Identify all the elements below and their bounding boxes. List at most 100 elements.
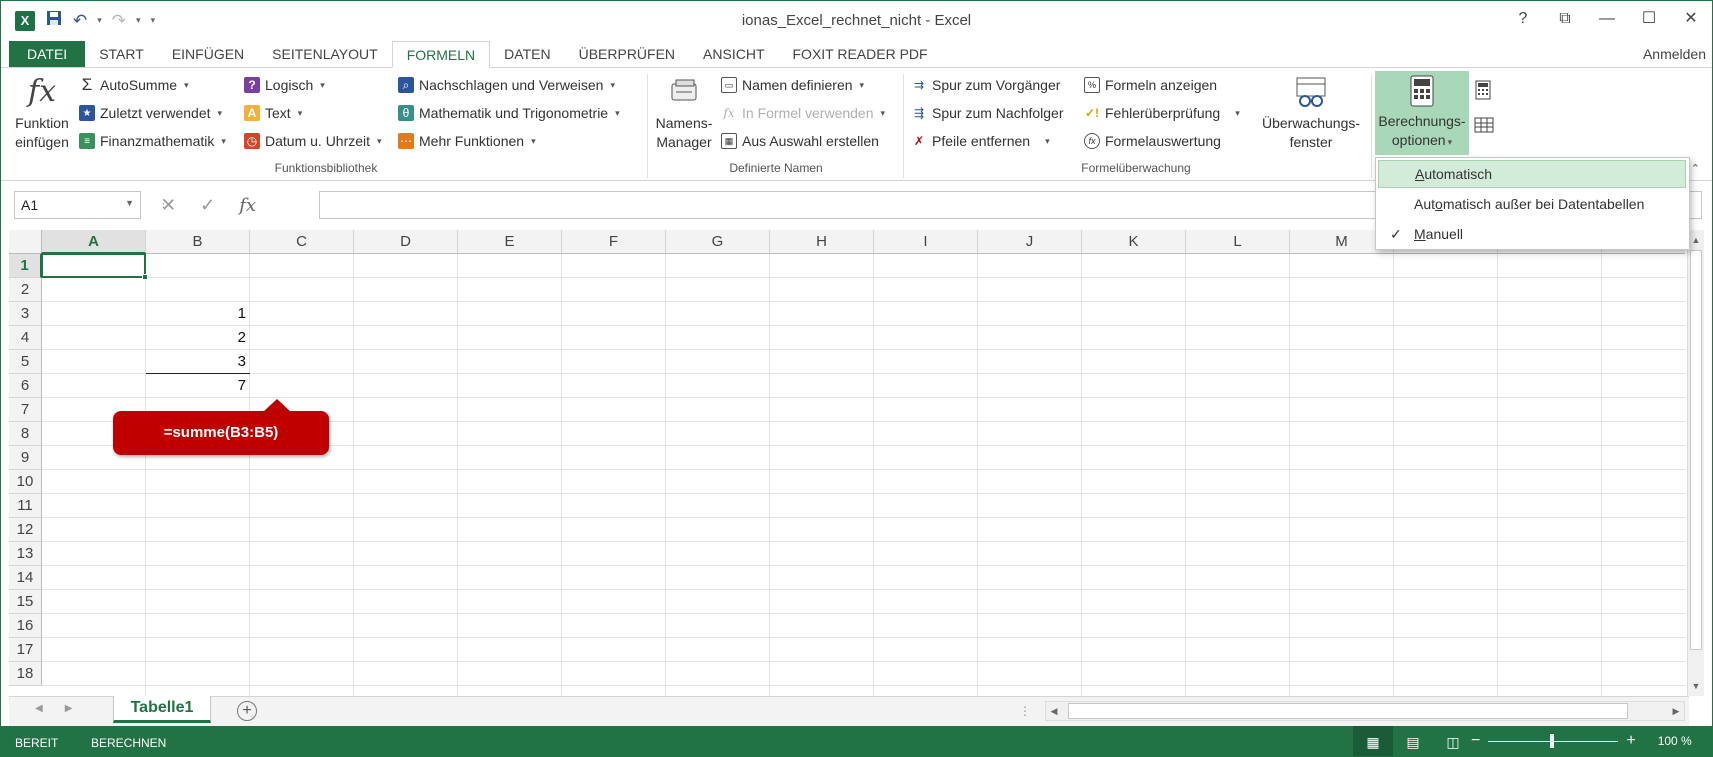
- scroll-down-icon[interactable]: ▼: [1688, 678, 1704, 694]
- close-icon[interactable]: ✕: [1680, 7, 1702, 31]
- row-header-12[interactable]: 12: [9, 518, 42, 542]
- datum-uhrzeit-button[interactable]: ◷ Datum u. Uhrzeit ▾: [244, 130, 382, 152]
- collapse-ribbon-icon[interactable]: ⌃: [1691, 162, 1700, 175]
- column-header-h[interactable]: H: [770, 230, 874, 254]
- row-header-7[interactable]: 7: [9, 398, 42, 422]
- name-box[interactable]: A1 ▼: [14, 191, 141, 219]
- help-icon[interactable]: ?: [1512, 7, 1534, 31]
- tab-seitenlayout[interactable]: SEITENLAYOUT: [258, 41, 392, 68]
- zoom-level[interactable]: 100 %: [1658, 734, 1692, 748]
- vertical-scrollbar[interactable]: ▲ ▼: [1687, 230, 1704, 696]
- ribbon-display-icon[interactable]: ⧉: [1554, 7, 1576, 31]
- zoom-slider[interactable]: [1488, 733, 1619, 748]
- column-header-b[interactable]: B: [146, 230, 250, 254]
- add-sheet-icon[interactable]: +: [237, 701, 257, 721]
- row-header-18[interactable]: 18: [9, 662, 42, 686]
- active-cell-a1[interactable]: [41, 253, 146, 278]
- logisch-button[interactable]: ? Logisch ▾: [244, 74, 325, 96]
- zoom-in-icon[interactable]: +: [1626, 732, 1635, 750]
- scroll-up-icon[interactable]: ▲: [1688, 232, 1704, 248]
- aus-auswahl-erstellen-button[interactable]: ▦ Aus Auswahl erstellen: [721, 130, 879, 152]
- pfeile-entfernen-button[interactable]: ✗ Pfeile entfernen ▾: [911, 130, 1050, 152]
- status-calculate[interactable]: BERECHNEN: [91, 736, 166, 750]
- tab-datei[interactable]: DATEI: [9, 41, 86, 68]
- formelauswertung-button[interactable]: fx Formelauswertung: [1084, 130, 1221, 152]
- horizontal-scroll-thumb[interactable]: [1068, 703, 1628, 719]
- row-header-10[interactable]: 10: [9, 470, 42, 494]
- cell-b5[interactable]: 3: [146, 350, 250, 374]
- row-header-1[interactable]: 1: [9, 254, 42, 278]
- column-header-g[interactable]: G: [666, 230, 770, 254]
- tab-ueberpruefen[interactable]: ÜBERPRÜFEN: [565, 41, 689, 68]
- fill-handle[interactable]: [142, 274, 148, 280]
- row-header-5[interactable]: 5: [9, 350, 42, 374]
- row-header-15[interactable]: 15: [9, 590, 42, 614]
- blatt-berechnen-button[interactable]: [1473, 116, 1495, 139]
- maximize-icon[interactable]: ☐: [1638, 7, 1660, 31]
- tab-start[interactable]: START: [85, 41, 158, 68]
- menu-item-automatisch-ausser-datentabellen[interactable]: Automatisch außer bei Datentabellen: [1378, 190, 1686, 218]
- minimize-icon[interactable]: —: [1596, 7, 1618, 31]
- funktion-einfuegen-button[interactable]: fx Funktion einfügen: [11, 74, 73, 152]
- column-header-a[interactable]: A: [42, 230, 146, 254]
- spur-zum-nachfolger-button[interactable]: ⇶ Spur zum Nachfolger: [911, 102, 1064, 124]
- tab-formeln[interactable]: FORMELN: [391, 41, 491, 68]
- menu-item-automatisch[interactable]: Automatisch: [1378, 160, 1686, 188]
- zoom-out-icon[interactable]: −: [1471, 732, 1480, 750]
- spreadsheet-grid[interactable]: ABCDEFGHIJKLMNOP123456789101112131415161…: [9, 230, 1685, 696]
- column-header-i[interactable]: I: [874, 230, 978, 254]
- select-all-corner[interactable]: [9, 230, 42, 254]
- neu-berechnen-button[interactable]: [1473, 80, 1493, 105]
- insert-function-icon[interactable]: fx: [239, 195, 256, 216]
- tab-foxit-reader-pdf[interactable]: FOXIT READER PDF: [779, 41, 942, 68]
- finanzmathematik-button[interactable]: ≡ Finanzmathematik ▾: [79, 130, 226, 152]
- text-button[interactable]: A Text ▾: [244, 102, 302, 124]
- column-header-l[interactable]: L: [1186, 230, 1290, 254]
- cell-b4[interactable]: 2: [146, 326, 250, 350]
- prev-sheet-icon[interactable]: ◀: [35, 703, 43, 714]
- scroll-right-icon[interactable]: ▶: [1668, 702, 1684, 720]
- ueberwachungsfenster-button[interactable]: Überwachungs- fenster: [1255, 74, 1367, 152]
- page-layout-view-icon[interactable]: ▤: [1393, 726, 1433, 756]
- row-header-13[interactable]: 13: [9, 542, 42, 566]
- horizontal-scrollbar[interactable]: ◀ ▶: [1045, 701, 1685, 721]
- row-header-2[interactable]: 2: [9, 278, 42, 302]
- row-header-11[interactable]: 11: [9, 494, 42, 518]
- cell-b6[interactable]: 7: [146, 374, 250, 398]
- sign-in-link[interactable]: Anmelden: [1643, 41, 1706, 68]
- column-header-e[interactable]: E: [458, 230, 562, 254]
- mehr-funktionen-button[interactable]: ⋯ Mehr Funktionen ▾: [398, 130, 536, 152]
- cell-b3[interactable]: 1: [146, 302, 250, 326]
- berechnungsoptionen-button[interactable]: Berechnungs- optionen ▾: [1375, 71, 1469, 155]
- fehlerueberpruefung-button[interactable]: ✓! Fehlerüberprüfung ▾: [1084, 102, 1240, 124]
- sheet-tab-tabelle1[interactable]: Tabelle1: [113, 696, 211, 723]
- column-header-c[interactable]: C: [250, 230, 354, 254]
- namens-manager-button[interactable]: Namens- Manager: [651, 74, 717, 152]
- row-header-6[interactable]: 6: [9, 374, 42, 398]
- scroll-left-icon[interactable]: ◀: [1046, 702, 1062, 720]
- next-sheet-icon[interactable]: ▶: [65, 703, 73, 714]
- column-header-d[interactable]: D: [354, 230, 458, 254]
- row-header-16[interactable]: 16: [9, 614, 42, 638]
- column-header-f[interactable]: F: [562, 230, 666, 254]
- namen-definieren-button[interactable]: ▭ Namen definieren ▾: [721, 74, 864, 96]
- tab-daten[interactable]: DATEN: [490, 41, 564, 68]
- autosumme-button[interactable]: Σ AutoSumme ▾: [79, 74, 189, 96]
- row-header-14[interactable]: 14: [9, 566, 42, 590]
- row-header-3[interactable]: 3: [9, 302, 42, 326]
- row-header-8[interactable]: 8: [9, 422, 42, 446]
- mathematik-button[interactable]: θ Mathematik und Trigonometrie ▾: [398, 102, 620, 124]
- tab-ansicht[interactable]: ANSICHT: [689, 41, 778, 68]
- zoom-slider-knob[interactable]: [1550, 733, 1555, 748]
- normal-view-icon[interactable]: ▦: [1353, 726, 1393, 756]
- column-header-k[interactable]: K: [1082, 230, 1186, 254]
- row-header-17[interactable]: 17: [9, 638, 42, 662]
- row-header-4[interactable]: 4: [9, 326, 42, 350]
- tab-einfuegen[interactable]: EINFÜGEN: [158, 41, 258, 68]
- zuletzt-verwendet-button[interactable]: ★ Zuletzt verwendet ▾: [79, 102, 222, 124]
- formeln-anzeigen-button[interactable]: % Formeln anzeigen: [1084, 74, 1217, 96]
- split-handle-icon[interactable]: ⋮: [1019, 704, 1031, 718]
- row-header-9[interactable]: 9: [9, 446, 42, 470]
- menu-item-manuell[interactable]: ✓ Manuell: [1378, 220, 1686, 248]
- nachschlagen-button[interactable]: ⌕ Nachschlagen und Verweisen ▾: [398, 74, 615, 96]
